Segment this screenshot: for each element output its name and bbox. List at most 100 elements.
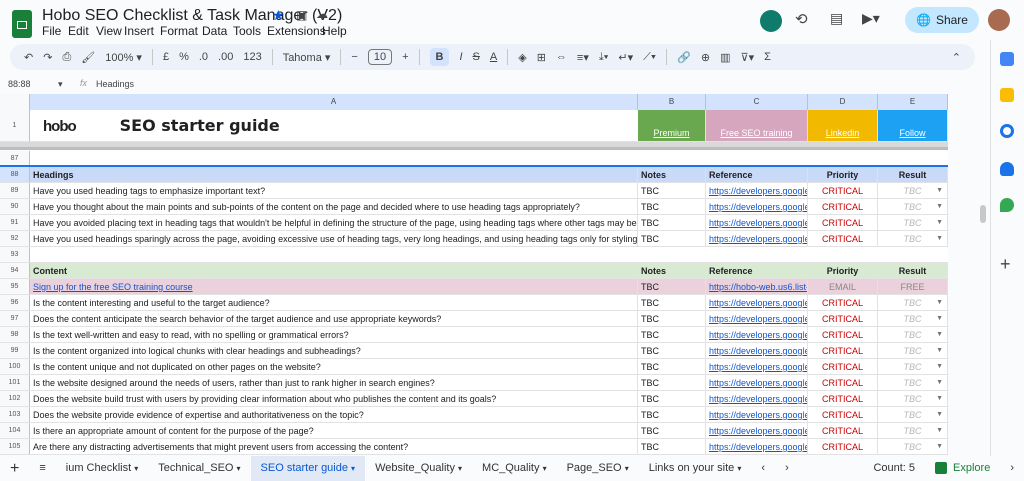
priority-cell[interactable]: CRITICAL	[808, 375, 878, 390]
horizontal-align-icon[interactable]: ≡▾	[577, 51, 589, 64]
select-all-corner[interactable]	[0, 94, 30, 110]
name-box[interactable]: 88:88	[8, 79, 31, 89]
row-header[interactable]: 1	[0, 110, 30, 141]
section-title[interactable]: Headings	[30, 167, 638, 182]
notes-header[interactable]: Notes	[638, 263, 706, 278]
row-header[interactable]: 95	[0, 279, 30, 294]
row-header[interactable]: 105	[0, 439, 30, 454]
notes-cell[interactable]: TBC	[638, 359, 706, 374]
add-addon-icon[interactable]: +	[1000, 254, 1011, 275]
bold-button[interactable]: B	[429, 48, 450, 66]
add-sheet-icon[interactable]: +	[0, 456, 29, 481]
selection-count[interactable]: Count: 5	[863, 456, 925, 481]
link-premium[interactable]: Premium	[653, 128, 689, 138]
row-header[interactable]: 102	[0, 391, 30, 406]
redo-icon[interactable]: ↷	[43, 51, 52, 64]
row-header[interactable]: 92	[0, 231, 30, 246]
row-header[interactable]: 101	[0, 375, 30, 390]
reference-link[interactable]: https://developers.google	[706, 183, 808, 198]
dropdown-arrow-icon[interactable]: ▼	[936, 407, 943, 422]
filter-icon[interactable]: ⊽▾	[741, 51, 755, 64]
name-box-dropdown-icon[interactable]: ▾	[58, 79, 63, 90]
video-call-icon[interactable]: ▶▾	[862, 10, 880, 27]
result-dropdown[interactable]: TBC ▼	[878, 391, 948, 406]
checklist-question[interactable]: Have you used headings sparingly across …	[30, 231, 638, 246]
text-wrap-icon[interactable]: ↵▾	[618, 51, 633, 64]
row-header[interactable]: 96	[0, 295, 30, 310]
row-header[interactable]: 87	[0, 151, 30, 166]
avatar[interactable]	[988, 9, 1010, 31]
meet-presence-icon[interactable]	[760, 10, 782, 32]
priority-cell[interactable]: CRITICAL	[808, 199, 878, 214]
checklist-question[interactable]: Is the text well-written and easy to rea…	[30, 327, 638, 342]
italic-button[interactable]: I	[459, 51, 462, 63]
dropdown-arrow-icon[interactable]: ▼	[936, 311, 943, 326]
notes-cell[interactable]: TBC	[638, 407, 706, 422]
notes-header[interactable]: Notes	[638, 167, 706, 182]
dropdown-arrow-icon[interactable]: ▼	[936, 215, 943, 230]
result-dropdown[interactable]: TBC ▼	[878, 359, 948, 374]
notes-cell[interactable]: TBC	[638, 343, 706, 358]
sheet-tab[interactable]: Website_Quality ▾	[365, 456, 472, 481]
reference-link[interactable]: https://developers.google	[706, 327, 808, 342]
reference-link[interactable]: https://developers.google	[706, 311, 808, 326]
tab-menu-icon[interactable]: ▾	[543, 464, 547, 473]
priority-cell[interactable]: CRITICAL	[808, 343, 878, 358]
result-header[interactable]: Result	[878, 167, 948, 182]
increase-font-size-icon[interactable]: +	[402, 51, 408, 63]
row-header[interactable]: 99	[0, 343, 30, 358]
section-title[interactable]: Content	[30, 263, 638, 278]
priority-cell[interactable]: CRITICAL	[808, 311, 878, 326]
row-header[interactable]: 89	[0, 183, 30, 198]
column-header-d[interactable]: D	[808, 94, 878, 110]
sheet-tab[interactable]: MC_Quality ▾	[472, 456, 557, 481]
reference-link[interactable]: https://hobo-web.us6.list-	[706, 279, 808, 294]
share-button[interactable]: 🌐 Share	[905, 7, 979, 33]
tab-menu-icon[interactable]: ▾	[237, 464, 241, 473]
formula-input[interactable]: Headings	[96, 79, 134, 89]
result-dropdown[interactable]: TBC ▼	[878, 215, 948, 230]
reference-link[interactable]: https://developers.google	[706, 343, 808, 358]
dropdown-arrow-icon[interactable]: ▼	[936, 391, 943, 406]
tab-menu-icon[interactable]: ▾	[625, 464, 629, 473]
collapse-toolbar-icon[interactable]: ⌃	[952, 51, 961, 64]
result-dropdown[interactable]: TBC ▼	[878, 439, 948, 454]
notes-cell[interactable]: TBC	[638, 215, 706, 230]
sheets-logo[interactable]	[12, 10, 32, 38]
menu-edit[interactable]: Edit	[68, 24, 89, 38]
checklist-question[interactable]: Does the website provide evidence of exp…	[30, 407, 638, 422]
borders-icon[interactable]: ⊞	[537, 51, 546, 64]
sheet-tab[interactable]: Links on your site ▾	[639, 456, 752, 481]
menu-file[interactable]: File	[42, 24, 61, 38]
menu-view[interactable]: View	[96, 24, 122, 38]
reference-link[interactable]: https://developers.google	[706, 423, 808, 438]
dropdown-arrow-icon[interactable]: ▼	[936, 439, 943, 454]
sheet-tab[interactable]: Page_SEO ▾	[557, 456, 639, 481]
dropdown-arrow-icon[interactable]: ▼	[936, 343, 943, 358]
tab-menu-icon[interactable]: ▾	[458, 464, 462, 473]
priority-cell[interactable]: CRITICAL	[808, 295, 878, 310]
row-header[interactable]: 90	[0, 199, 30, 214]
checklist-question[interactable]: Is the content unique and not duplicated…	[30, 359, 638, 374]
row-header[interactable]: 97	[0, 311, 30, 326]
all-sheets-icon[interactable]: ≡	[29, 456, 55, 481]
vertical-align-icon[interactable]: ⤓▾	[599, 51, 608, 64]
link-free-seo-training[interactable]: Free SEO training	[720, 128, 792, 138]
expand-side-panel-icon[interactable]: ›	[1000, 456, 1024, 481]
dropdown-arrow-icon[interactable]: ▼	[936, 423, 943, 438]
result-dropdown[interactable]: TBC ▼	[878, 343, 948, 358]
tasks-icon[interactable]	[1000, 124, 1014, 138]
menu-tools[interactable]: Tools	[233, 24, 261, 38]
reference-link[interactable]: https://developers.google	[706, 215, 808, 230]
result-dropdown[interactable]: TBC ▼	[878, 183, 948, 198]
checklist-question[interactable]: Have you used heading tags to emphasize …	[30, 183, 638, 198]
priority-cell[interactable]: CRITICAL	[808, 359, 878, 374]
column-header-b[interactable]: B	[638, 94, 706, 110]
reference-link[interactable]: https://developers.google	[706, 199, 808, 214]
reference-link[interactable]: https://developers.google	[706, 359, 808, 374]
font-size-input[interactable]: 10	[367, 49, 393, 65]
notes-cell[interactable]: TBC	[638, 311, 706, 326]
row-header[interactable]: 100	[0, 359, 30, 374]
text-rotation-icon[interactable]: ⟋▾	[643, 51, 656, 64]
notes-cell[interactable]: TBC	[638, 423, 706, 438]
